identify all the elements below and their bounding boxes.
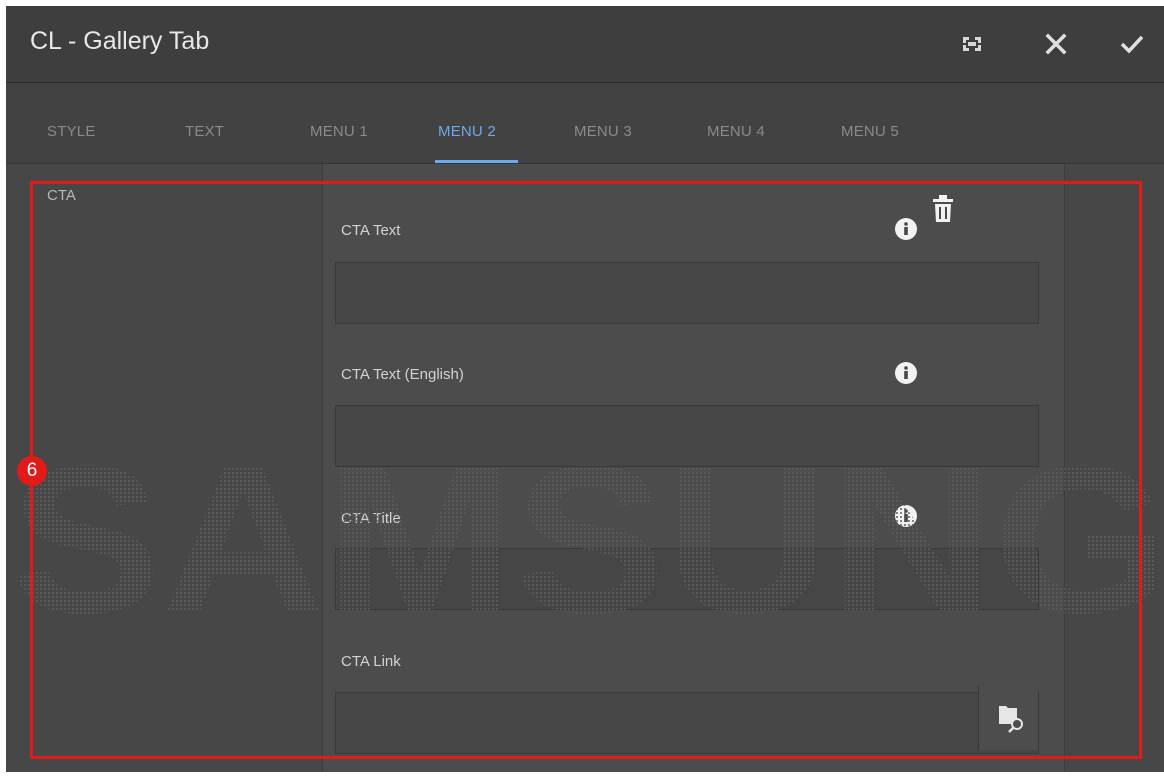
- dialog-title: CL - Gallery Tab: [30, 27, 210, 55]
- annotation-badge: 6: [17, 456, 47, 486]
- tab-menu-2[interactable]: MENU 2: [438, 123, 496, 140]
- tab-text[interactable]: TEXT: [185, 123, 224, 140]
- checkmark-icon: [1120, 35, 1144, 54]
- highlight-box: [30, 181, 1142, 759]
- close-button[interactable]: [1036, 26, 1076, 62]
- tab-menu-5[interactable]: MENU 5: [841, 123, 899, 140]
- dialog-titlebar: CL - Gallery Tab: [6, 6, 1164, 83]
- confirm-button[interactable]: [1112, 26, 1152, 62]
- fullscreen-button[interactable]: [952, 26, 992, 62]
- fullscreen-icon: [963, 37, 981, 51]
- tab-style[interactable]: STYLE: [47, 123, 96, 140]
- tab-menu-3[interactable]: MENU 3: [574, 123, 632, 140]
- tab-bar: STYLE TEXT MENU 1 MENU 2 MENU 3 MENU 4 M…: [6, 83, 1164, 164]
- tab-menu-1[interactable]: MENU 1: [310, 123, 368, 140]
- close-icon: [1045, 33, 1067, 55]
- active-tab-indicator: [435, 160, 518, 163]
- tab-menu-4[interactable]: MENU 4: [707, 123, 765, 140]
